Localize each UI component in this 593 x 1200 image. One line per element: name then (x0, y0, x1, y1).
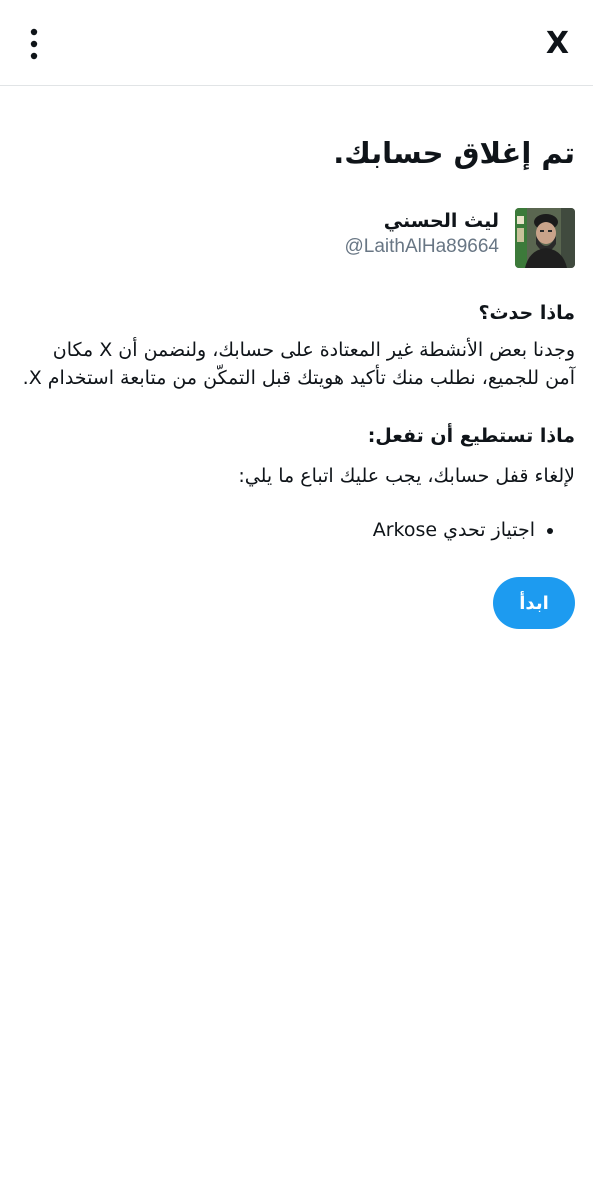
more-vertical-icon[interactable] (22, 26, 46, 62)
what-to-do-heading: ماذا تستطيع أن تفعل: (367, 425, 575, 447)
page-title: تم إغلاق حسابك. (333, 136, 575, 170)
profile-card: ليث الحسني @LaithAlHa89664 (344, 208, 575, 268)
profile-text: ليث الحسني @LaithAlHa89664 (344, 208, 499, 260)
what-to-do-intro: لإلغاء قفل حسابك، يجب عليك اتباع ما يلي: (238, 465, 575, 487)
step-label: اجتياز تحدي Arkose (372, 519, 535, 541)
x-logo-icon[interactable]: X (546, 26, 569, 62)
what-happened-body: وجدنا بعض الأنشطة غير المعتادة على حسابك… (22, 339, 575, 389)
user-handle: @LaithAlHa89664 (344, 236, 499, 257)
display-name: ليث الحسني (383, 210, 499, 232)
bullet-icon (547, 528, 553, 534)
what-happened-heading: ماذا حدث؟ (478, 302, 575, 324)
start-button[interactable]: ابدأ (493, 577, 575, 629)
top-bar: X (0, 0, 593, 86)
main-content: تم إغلاق حسابك. ليث الحسني @LaithAlHa896… (18, 86, 575, 629)
list-item: اجتياز تحدي Arkose (373, 516, 575, 544)
avatar (515, 208, 575, 268)
steps-list: اجتياز تحدي Arkose (373, 516, 575, 544)
